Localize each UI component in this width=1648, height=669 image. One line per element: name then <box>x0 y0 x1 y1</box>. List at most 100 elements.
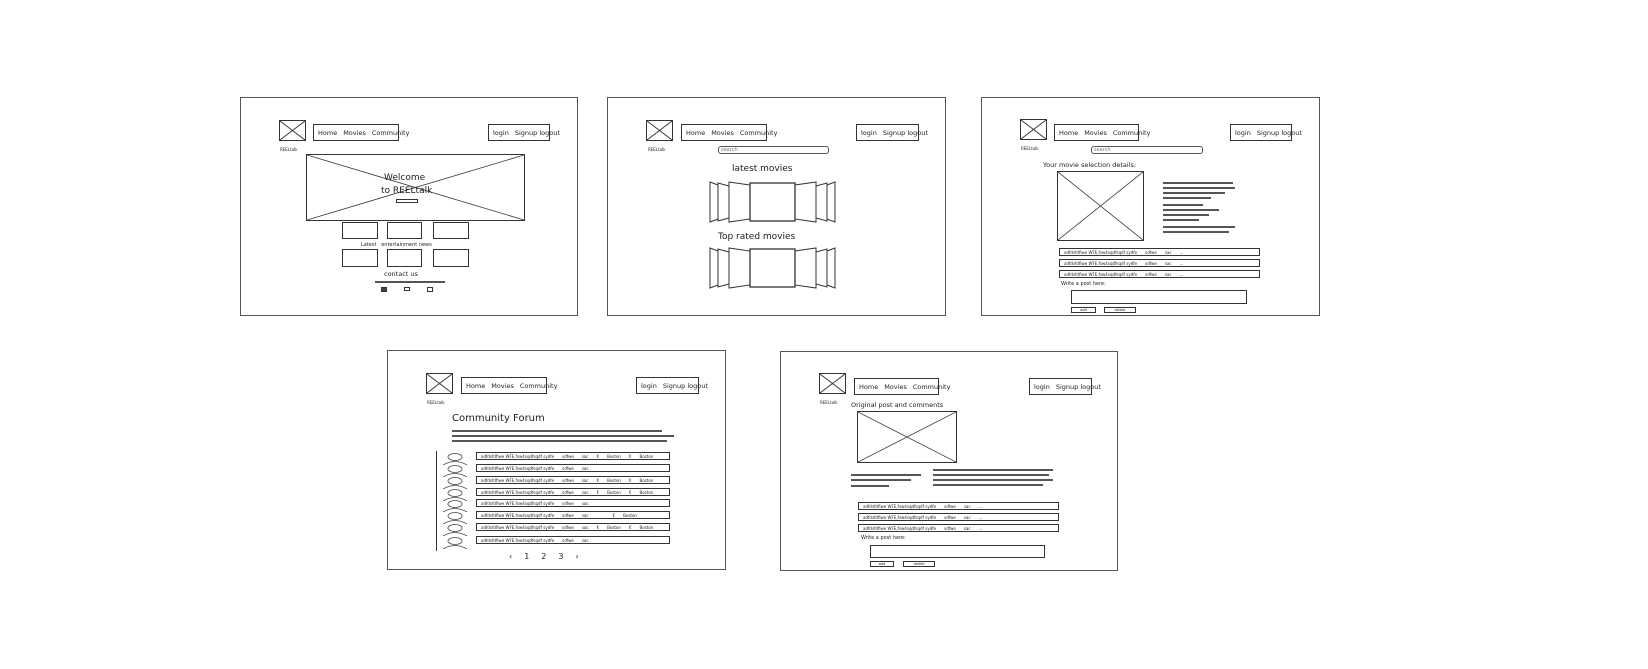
comment-row[interactable]: adfdsfdfiwe WFE,fsw4sqdfsqdf sydfe sdfwe s… <box>858 513 1059 521</box>
main-nav: Home Movies Community <box>313 124 409 141</box>
auth-nav: login Signup logout <box>1230 124 1302 141</box>
user-avatar-icon <box>440 534 470 553</box>
description-scribble <box>1163 192 1225 194</box>
post-title: Original post and comments <box>851 401 944 409</box>
delete-button[interactable]: delete <box>903 561 935 567</box>
post-textarea[interactable] <box>870 545 1045 558</box>
nav-movies-link[interactable]: Movies <box>884 383 907 391</box>
latest-movies-carousel[interactable] <box>708 180 838 224</box>
nav-community-link[interactable]: Community <box>372 129 410 137</box>
delete-button[interactable]: delete <box>1104 307 1136 313</box>
search-input[interactable]: search <box>1091 146 1203 154</box>
wireframe-movie-details: REELtalk Home Movies Community login Sig… <box>981 97 1320 316</box>
forum-title: Community Forum <box>452 413 545 424</box>
social-icon[interactable] <box>427 287 433 292</box>
login-link[interactable]: login <box>1235 129 1251 137</box>
contact-us-heading: contact us <box>384 270 418 278</box>
nav-community-link[interactable]: Community <box>1113 129 1151 137</box>
signup-logout-link[interactable]: Signup logout <box>883 129 928 137</box>
logo-placeholder[interactable] <box>819 373 846 394</box>
latest-movies-heading: latest movies <box>732 164 793 174</box>
monitor-icon[interactable] <box>404 287 410 291</box>
nav-home-link[interactable]: Home <box>466 382 485 390</box>
nav-community-link[interactable]: Community <box>740 129 778 137</box>
news-tile[interactable] <box>387 249 422 267</box>
forum-thread-row[interactable]: adfdsfdfiwe WFE,fsw4sqdfsqdf sydfe sdfwe s… <box>476 523 670 531</box>
logo-caption: REELtalk <box>648 147 666 152</box>
forum-thread-row[interactable]: adfdsfdfiwe WFE,fsw4sqdfsqdf sydfe sdfwe s… <box>476 476 670 484</box>
description-scribble <box>1163 214 1209 216</box>
pagination-next-icon[interactable]: › <box>575 552 578 561</box>
latest-news-heading: Latest entertainment news <box>361 242 432 248</box>
news-tile[interactable] <box>342 222 378 239</box>
forum-thread-row[interactable]: adfdsfdfiwe WFE,fsw4sqdfsqdf sydfe sdfwe s… <box>476 452 670 460</box>
nav-home-link[interactable]: Home <box>859 383 878 391</box>
logo-placeholder[interactable] <box>279 120 306 141</box>
nav-movies-link[interactable]: Movies <box>343 129 366 137</box>
login-link[interactable]: login <box>1034 383 1050 391</box>
auth-nav: login Signup logout <box>488 124 560 141</box>
add-button[interactable]: add <box>1071 307 1096 313</box>
add-button[interactable]: add <box>870 561 894 567</box>
pagination-page-3[interactable]: 3 <box>558 552 563 561</box>
description-scribble <box>1163 187 1235 189</box>
write-post-label: Write a post here: <box>861 535 906 541</box>
nav-movies-link[interactable]: Movies <box>711 129 734 137</box>
description-scribble <box>1163 226 1235 228</box>
logo-placeholder[interactable] <box>646 120 673 141</box>
post-textarea[interactable] <box>1071 290 1247 304</box>
login-link[interactable]: login <box>861 129 877 137</box>
signup-logout-link[interactable]: Signup logout <box>1056 383 1101 391</box>
comment-row[interactable]: adfdsfdfiwe WFE,fsw4sqdfsqdf sydfe sdfwe s… <box>1059 259 1260 267</box>
nav-home-link[interactable]: Home <box>318 129 337 137</box>
logo-caption: REELtalk <box>280 147 298 152</box>
comment-row[interactable]: adfdsfdfiwe WFE,fsw4sqdfsqdf sydfe sdfwe s… <box>1059 270 1260 278</box>
author-scribble <box>851 479 911 481</box>
forum-thread-row[interactable]: adfdsfdfiwe WFE,fsw4sqdfsqdf sydfe sdfwe s… <box>476 511 670 519</box>
news-tile[interactable] <box>433 222 469 239</box>
signup-logout-link[interactable]: Signup logout <box>663 382 708 390</box>
search-input[interactable]: search <box>718 146 829 154</box>
news-tile[interactable] <box>342 249 378 267</box>
top-rated-carousel[interactable] <box>708 246 838 290</box>
description-scribble <box>1163 231 1229 233</box>
forum-thread-row[interactable]: adfdsfdfiwe WFE,fsw4sqdfsqdf sydfe sdfwe s… <box>476 536 670 544</box>
nav-movies-link[interactable]: Movies <box>1084 129 1107 137</box>
nav-movies-link[interactable]: Movies <box>491 382 514 390</box>
comment-row[interactable]: adfdsfdfiwe WFE,fsw4sqdfsqdf sydfe sdfwe s… <box>858 502 1059 510</box>
intro-scribble <box>452 430 662 432</box>
news-tile[interactable] <box>433 249 469 267</box>
comment-row[interactable]: adfdsfdfiwe WFE,fsw4sqdfsqdf sydfe sdfwe s… <box>858 524 1059 532</box>
login-link[interactable]: login <box>493 129 509 137</box>
logo-placeholder[interactable] <box>426 373 453 394</box>
wireframe-original-post: REELtalk Home Movies Community login Sig… <box>780 351 1118 571</box>
pagination-page-1[interactable]: 1 <box>524 552 529 561</box>
forum-thread-row[interactable]: adfdsfdfiwe WFE,fsw4sqdfsqdf sydfe sdfwe s… <box>476 464 670 472</box>
contact-details-scribble <box>375 281 445 283</box>
signup-logout-link[interactable]: Signup logout <box>1257 129 1302 137</box>
logo-caption: REELtalk <box>820 400 838 405</box>
movie-poster <box>1057 171 1144 241</box>
hero-button[interactable] <box>396 199 418 203</box>
main-nav: Home Movies Community <box>681 124 777 141</box>
logo-placeholder[interactable] <box>1020 119 1047 140</box>
details-title: Your movie selection details: <box>1043 161 1137 169</box>
comment-row[interactable]: adfdsfdfiwe WFE,fsw4sqdfsqdf sydfe sdfwe s… <box>1059 248 1260 256</box>
post-body-scribble <box>933 474 1049 476</box>
forum-thread-row[interactable]: adfdsfdfiwe WFE,fsw4sqdfsqdf sydfe sdfwe s… <box>476 488 670 496</box>
wireframe-community-forum: REELtalk Home Movies Community login Sig… <box>387 350 726 570</box>
nav-community-link[interactable]: Community <box>520 382 558 390</box>
social-icon[interactable] <box>381 287 387 292</box>
pagination-prev-icon[interactable]: ‹ <box>509 552 512 561</box>
wireframe-home: REELtalk Home Movies Community login Sig… <box>240 97 578 316</box>
post-body-scribble <box>933 469 1053 471</box>
forum-thread-row[interactable]: adfdsfdfiwe WFE,fsw4sqdfsqdf sydfe sdfwe s… <box>476 499 670 507</box>
news-tile[interactable] <box>387 222 422 239</box>
nav-home-link[interactable]: Home <box>686 129 705 137</box>
pagination-page-2[interactable]: 2 <box>541 552 546 561</box>
nav-community-link[interactable]: Community <box>913 383 951 391</box>
signup-logout-link[interactable]: Signup logout <box>515 129 560 137</box>
nav-home-link[interactable]: Home <box>1059 129 1078 137</box>
login-link[interactable]: login <box>641 382 657 390</box>
welcome-line-1: Welcome <box>384 173 426 183</box>
